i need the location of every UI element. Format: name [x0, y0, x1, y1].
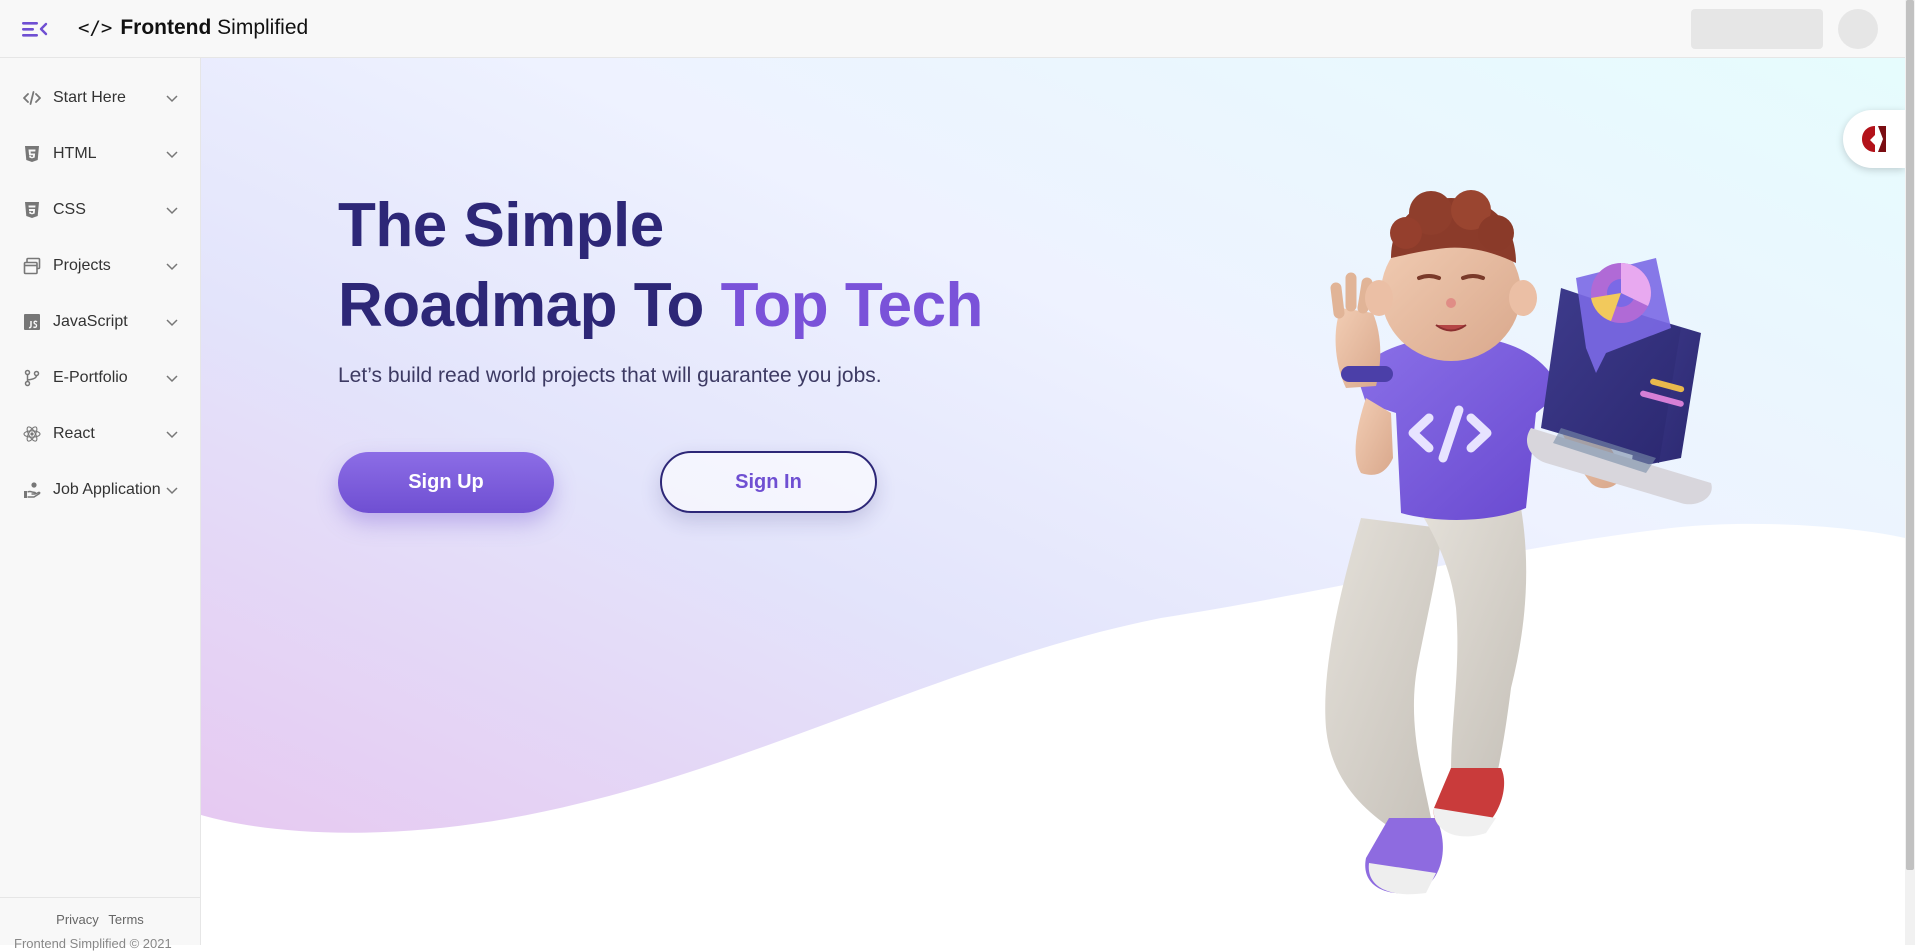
top-bar: </> Frontend Simplified: [0, 0, 1905, 58]
sidebar-item-job-application[interactable]: Job Application: [0, 470, 200, 510]
sidebar-footer: Privacy Terms Frontend Simplified © 2021: [0, 897, 200, 951]
hero-title: The Simple Roadmap To Top Tech: [338, 186, 983, 346]
brand-logo[interactable]: </> Frontend Simplified: [78, 16, 308, 40]
copyright-text: Frontend Simplified © 2021: [14, 936, 172, 951]
sign-in-button[interactable]: Sign In: [660, 451, 877, 513]
chevron-down-icon: [165, 259, 179, 273]
sidebar: Start Here HTML CSS Projects JavaScript: [0, 58, 201, 951]
footer-links: Privacy Terms: [0, 912, 200, 927]
hero-title-line2: Roadmap To: [338, 271, 721, 340]
sign-up-button[interactable]: Sign Up: [338, 452, 554, 513]
sidebar-item-react[interactable]: React: [0, 414, 200, 454]
chevron-down-icon: [165, 427, 179, 441]
sidebar-item-label: HTML: [53, 145, 97, 162]
sidebar-item-label: JavaScript: [53, 313, 128, 330]
hero-subtitle: Let’s build read world projects that wil…: [338, 364, 882, 387]
chevron-down-icon: [165, 91, 179, 105]
page-scrollbar[interactable]: [1905, 0, 1915, 945]
terms-link[interactable]: Terms: [108, 912, 143, 927]
brand-badge-icon: [1862, 126, 1886, 152]
sidebar-item-label: Job Application: [53, 481, 161, 498]
floating-logo-badge[interactable]: [1843, 110, 1905, 168]
hero-title-accent: Top Tech: [720, 271, 984, 340]
sidebar-item-label: E-Portfolio: [53, 369, 128, 386]
hero-illustration: [1325, 190, 1712, 895]
loading-button-placeholder: [1691, 9, 1823, 49]
sidebar-item-javascript[interactable]: JavaScript: [0, 302, 200, 342]
chevron-down-icon: [165, 315, 179, 329]
sidebar-item-html[interactable]: HTML: [0, 134, 200, 174]
code-logo-icon: </>: [78, 17, 113, 39]
hand-coin-icon: [22, 480, 42, 500]
privacy-link[interactable]: Privacy: [56, 912, 99, 927]
brand-name-light: Simplified: [217, 16, 309, 39]
hero-title-line1: The Simple: [338, 191, 664, 260]
sidebar-item-label: Start Here: [53, 89, 126, 106]
git-branch-icon: [22, 368, 42, 388]
css3-icon: [22, 200, 42, 220]
scrollbar-thumb[interactable]: [1906, 0, 1914, 870]
menu-collapse-icon[interactable]: [20, 17, 48, 41]
brand-name-bold: Frontend: [120, 16, 212, 39]
html5-icon: [22, 144, 42, 164]
code-icon: [22, 88, 42, 108]
avatar-placeholder: [1838, 9, 1878, 49]
sidebar-item-start-here[interactable]: Start Here: [0, 78, 200, 118]
sidebar-item-label: React: [53, 425, 95, 442]
sidebar-item-projects[interactable]: Projects: [0, 246, 200, 286]
sidebar-item-e-portfolio[interactable]: E-Portfolio: [0, 358, 200, 398]
sidebar-item-label: CSS: [53, 201, 86, 218]
react-icon: [22, 424, 42, 444]
chevron-down-icon: [165, 371, 179, 385]
sidebar-item-css[interactable]: CSS: [0, 190, 200, 230]
chevron-down-icon: [165, 147, 179, 161]
sidebar-item-label: Projects: [53, 257, 111, 274]
chevron-down-icon: [165, 483, 179, 497]
chevron-down-icon: [165, 203, 179, 217]
hero-section: The Simple Roadmap To Top Tech Let’s bui…: [201, 58, 1905, 945]
windows-icon: [22, 256, 42, 276]
js-icon: [22, 312, 42, 332]
